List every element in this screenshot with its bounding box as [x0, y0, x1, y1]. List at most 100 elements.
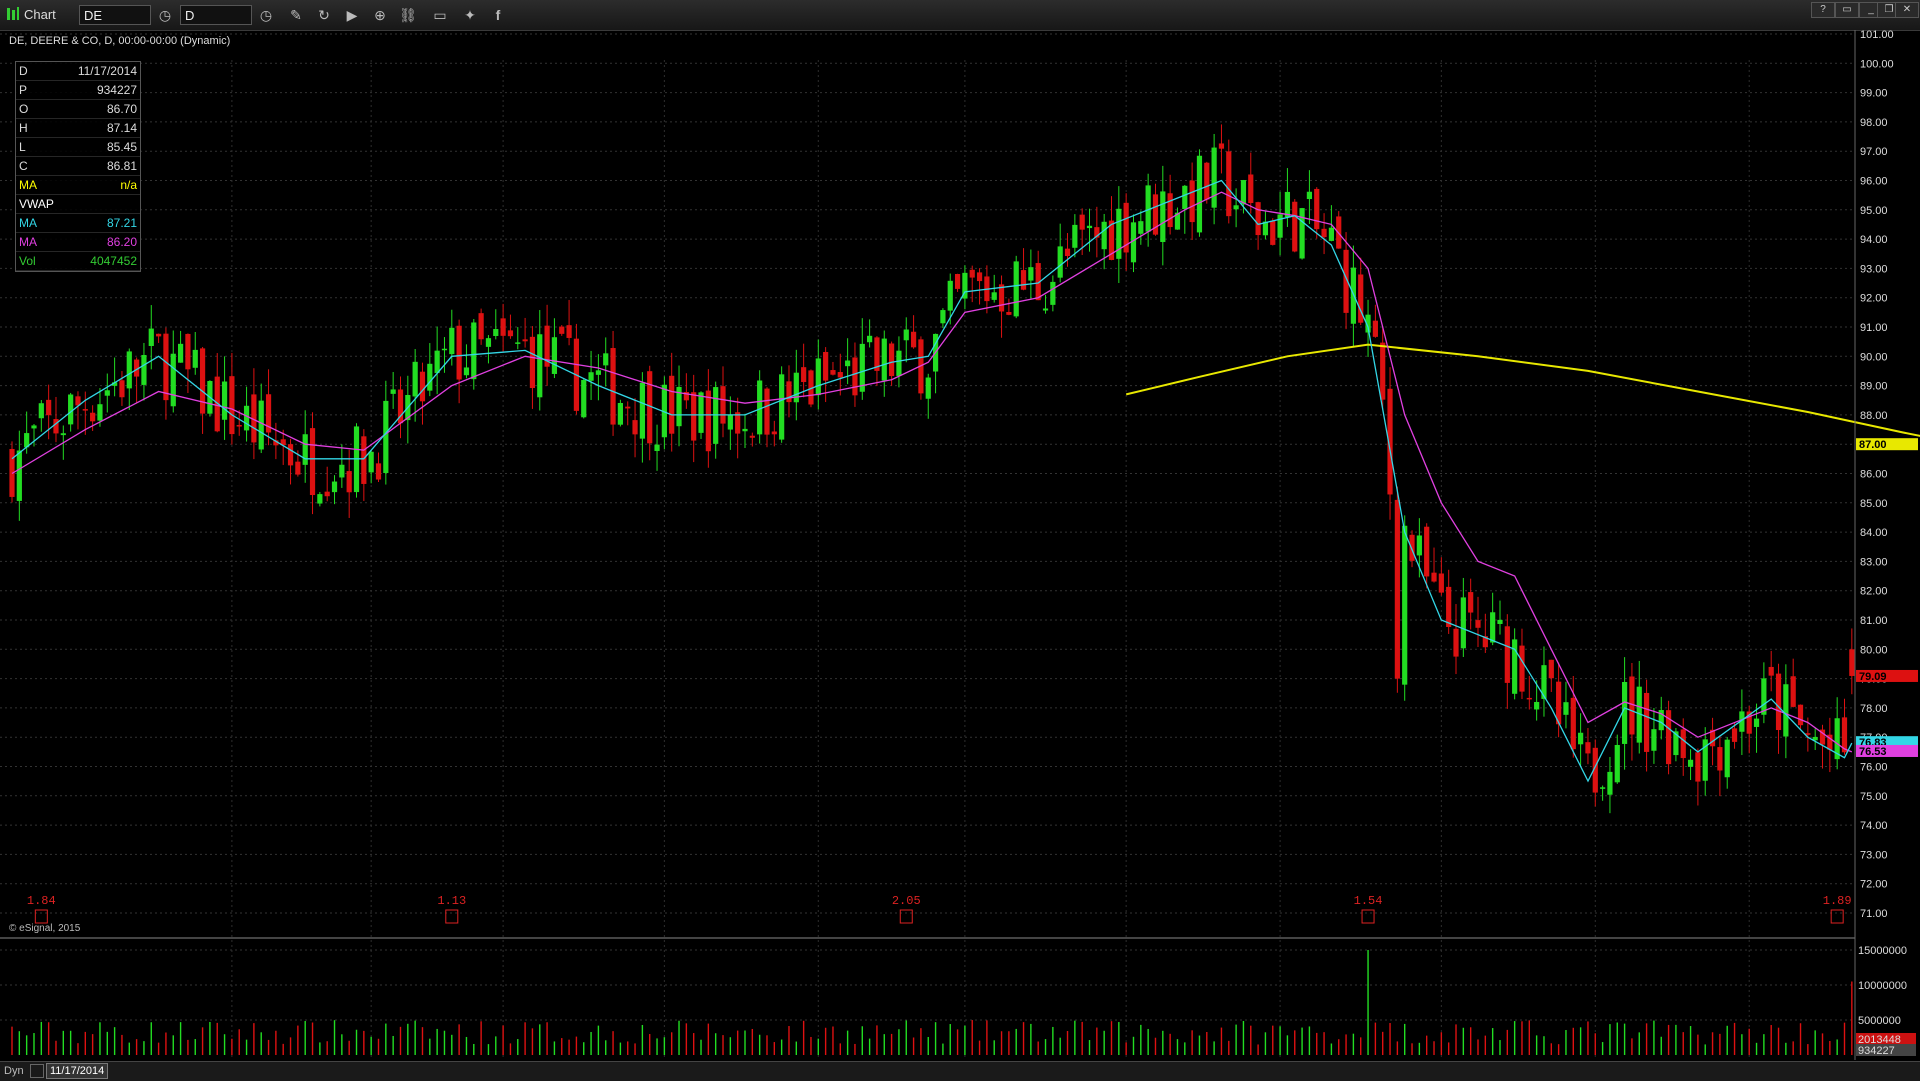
candle-body: [1607, 771, 1613, 795]
refresh-icon[interactable]: ↻: [314, 5, 334, 25]
y-tick-label: 74.00: [1860, 820, 1888, 832]
candle-body: [500, 318, 506, 336]
price-chart[interactable]: 2015FebMarAprMayJunJulAugSepOctNov 71.00…: [0, 30, 1920, 1060]
candle-body: [1372, 320, 1378, 337]
candle-body: [559, 326, 565, 334]
earnings-icon: [34, 909, 48, 924]
candle-body: [1600, 787, 1606, 789]
candle-body: [1299, 208, 1305, 259]
candle-body: [1292, 201, 1298, 252]
candle-body: [845, 360, 851, 367]
pencil-icon[interactable]: ✎: [286, 5, 306, 25]
candle-body: [1643, 692, 1650, 752]
twitter-icon[interactable]: ✦: [460, 5, 480, 25]
y-tick-label: 73.00: [1860, 849, 1888, 861]
candle-body: [1218, 143, 1225, 149]
chart-app-icon: [6, 5, 20, 25]
symbol-link-icon[interactable]: ◷: [155, 5, 175, 25]
candle-body: [390, 389, 396, 394]
info-value: 934227: [96, 83, 137, 97]
info-label: L: [19, 140, 26, 154]
info-label: D: [19, 64, 28, 78]
help-icon[interactable]: ?: [1811, 2, 1835, 18]
candle-body: [815, 358, 821, 396]
zoom-icon[interactable]: ⊕: [370, 5, 390, 25]
candle-body: [16, 450, 22, 501]
y-tick-label: 100.00: [1860, 58, 1894, 70]
candle-body: [1211, 147, 1217, 208]
candle-body: [771, 431, 777, 435]
candle-body: [779, 374, 785, 440]
candle-body: [1042, 308, 1049, 311]
candle-body: [976, 272, 983, 282]
info-row: H 87.14: [16, 119, 140, 138]
y-tick-label: 94.00: [1860, 234, 1888, 246]
info-label: P: [19, 83, 28, 97]
candle-body: [1797, 704, 1804, 726]
candle-body: [522, 339, 528, 342]
candle-body: [1086, 225, 1093, 229]
candle-body: [1167, 193, 1173, 228]
candle-body: [1724, 739, 1730, 778]
volume-marker-label: 934227: [1858, 1045, 1895, 1057]
candle-body: [478, 313, 484, 340]
interval-input[interactable]: [180, 5, 252, 25]
play-icon[interactable]: ▶: [342, 5, 362, 25]
candle-body: [896, 350, 902, 376]
candle-body: [185, 333, 191, 370]
candle-body: [1196, 155, 1203, 233]
grid-toggle-icon[interactable]: [30, 1064, 44, 1078]
y-tick-label: 89.00: [1860, 381, 1888, 393]
candle-body: [1314, 188, 1320, 230]
candle-body: [1783, 684, 1789, 737]
symbol-input[interactable]: [79, 5, 151, 25]
candle-body: [1504, 626, 1510, 683]
candle-body: [720, 386, 726, 424]
info-row: L 85.45: [16, 138, 140, 157]
facebook-icon[interactable]: f: [488, 5, 508, 25]
y-tick-label: 101.00: [1860, 30, 1894, 41]
close-icon[interactable]: ✕: [1895, 2, 1919, 18]
y-tick-label: 82.00: [1860, 586, 1888, 598]
candle-body: [1233, 205, 1239, 210]
y-tick-label: 90.00: [1860, 351, 1888, 363]
candle-body: [199, 348, 206, 414]
price-marker-label: 87.00: [1859, 439, 1887, 451]
candle-body: [757, 380, 763, 435]
ma-mid-line: [11, 191, 1853, 753]
candle-body: [156, 333, 162, 337]
candle-body: [529, 336, 536, 389]
candle-body: [295, 461, 301, 475]
candle-body: [324, 491, 330, 497]
candle-body: [698, 392, 704, 433]
candle-body: [1306, 191, 1313, 200]
candle-body: [1057, 246, 1063, 278]
earnings-eps-label: 1.84: [27, 894, 56, 908]
price-axis: 71.0072.0073.0074.0075.0076.0077.0078.00…: [1856, 30, 1918, 1057]
price-marker-label: 79.09: [1859, 671, 1887, 683]
info-value: 86.81: [106, 159, 137, 173]
info-row: MA 87.21: [16, 214, 140, 233]
candle-body: [192, 349, 198, 368]
y-tick-label: 88.00: [1860, 410, 1888, 422]
clock-icon[interactable]: ◷: [256, 5, 276, 25]
candle-body: [1468, 592, 1474, 613]
candle-body: [705, 390, 711, 452]
candle-body: [1431, 572, 1437, 582]
earnings-eps-label: 2.05: [892, 894, 921, 908]
ma-long-line: [1125, 343, 1920, 437]
candle-body: [991, 292, 997, 300]
candle-body: [1240, 180, 1247, 205]
comment-icon[interactable]: ▭: [430, 5, 450, 25]
candle-body: [1578, 732, 1584, 745]
candle-body: [603, 353, 609, 366]
candle-body: [361, 436, 367, 484]
window-menu-icon[interactable]: ▭: [1835, 2, 1859, 18]
candle-body: [1020, 270, 1027, 290]
info-value: 86.70: [106, 102, 137, 116]
link-icon[interactable]: ⛓: [398, 5, 418, 25]
candle-body: [1475, 620, 1481, 628]
candle-body: [419, 371, 426, 402]
candle-body: [837, 372, 843, 378]
info-row: VWAP: [16, 195, 140, 214]
